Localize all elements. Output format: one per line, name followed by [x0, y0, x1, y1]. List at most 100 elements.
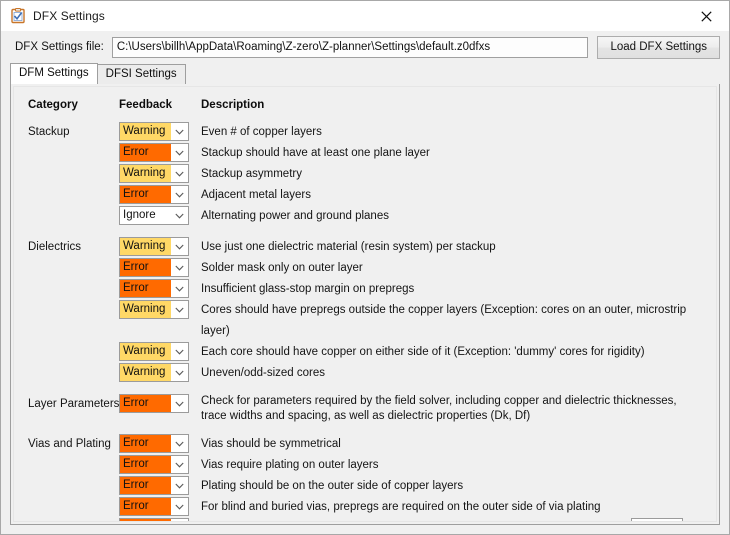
chevron-down-icon: [171, 364, 188, 381]
feedback-value: Error: [120, 519, 171, 521]
feedback-select[interactable]: Error: [119, 476, 189, 495]
chevron-down-icon: [171, 186, 188, 203]
feedback-value: Error: [120, 456, 171, 473]
settings-file-row: DFX Settings file: Load DFX Settings: [1, 31, 729, 63]
column-header-category: Category: [28, 99, 78, 111]
rule-description: Solder mask only on outer layer: [201, 262, 363, 274]
tab-page-dfm-settings: Category Feedback Description Stackup Wa…: [10, 83, 720, 525]
rules-panel: Category Feedback Description Stackup Wa…: [13, 86, 717, 522]
rule-description: Use just one dielectric material (resin …: [201, 241, 496, 253]
feedback-value: Error: [120, 259, 171, 276]
feedback-select[interactable]: Ignore: [119, 206, 189, 225]
rule-description: Insufficient glass-stop margin on prepre…: [201, 283, 415, 295]
table-row: Vias and Plating Error Vias should be sy…: [14, 434, 716, 455]
feedback-value: Warning: [120, 165, 171, 182]
tab-strip: DFM Settings DFSI Settings: [1, 63, 729, 84]
table-row: Warning Each core should have copper on …: [14, 342, 716, 363]
feedback-select[interactable]: Warning: [119, 237, 189, 256]
tab-dfsi-settings[interactable]: DFSI Settings: [96, 64, 186, 84]
chevron-down-icon: [171, 207, 188, 224]
rule-description: Maximum aspect ratio (via-hole length to…: [201, 518, 485, 521]
rule-description: For blind and buried vias, prepregs are …: [201, 501, 601, 513]
title-bar: DFX Settings: [1, 1, 729, 31]
feedback-value: Error: [120, 435, 171, 452]
feedback-select[interactable]: Error: [119, 518, 189, 521]
chevron-down-icon: [171, 519, 188, 521]
feedback-value: Error: [120, 186, 171, 203]
chevron-down-icon: [171, 280, 188, 297]
chevron-down-icon: [171, 301, 188, 318]
chevron-down-icon: [171, 238, 188, 255]
load-dfx-settings-button[interactable]: Load DFX Settings: [597, 35, 720, 59]
feedback-select[interactable]: Error: [119, 279, 189, 298]
table-row: Stackup Warning Even # of copper layers: [14, 122, 716, 143]
chevron-down-icon: [171, 165, 188, 182]
feedback-select[interactable]: Error: [119, 394, 189, 413]
feedback-select[interactable]: Error: [119, 497, 189, 516]
feedback-value: Warning: [120, 123, 171, 140]
settings-file-input[interactable]: [111, 36, 589, 58]
tab-dfm-settings[interactable]: DFM Settings: [10, 63, 98, 84]
feedback-select[interactable]: Warning: [119, 122, 189, 141]
column-header-description: Description: [201, 99, 265, 111]
rule-description: Alternating power and ground planes: [201, 210, 389, 222]
chevron-down-icon: [171, 477, 188, 494]
feedback-select[interactable]: Error: [119, 455, 189, 474]
rule-description: Adjacent metal layers: [201, 189, 311, 201]
chevron-down-icon: [171, 395, 188, 412]
feedback-select[interactable]: Warning: [119, 342, 189, 361]
rule-description: Uneven/odd-sized cores: [201, 367, 326, 379]
dfx-settings-window: DFX Settings DFX Settings file: Load DFX…: [0, 0, 730, 535]
settings-file-label: DFX Settings file:: [15, 41, 104, 53]
rule-description: Each core should have copper on either s…: [201, 346, 645, 358]
table-row: Error Solder mask only on outer layer: [14, 258, 716, 279]
rule-description: Vias should be symmetrical: [201, 438, 341, 450]
close-button[interactable]: [684, 1, 729, 31]
rule-description: Stackup asymmetry: [201, 168, 302, 180]
feedback-select[interactable]: Error: [119, 434, 189, 453]
table-row: Ignore Alternating power and ground plan…: [14, 206, 716, 227]
table-row: Error Plating should be on the outer sid…: [14, 476, 716, 497]
chevron-down-icon: [171, 343, 188, 360]
feedback-select[interactable]: Warning: [119, 363, 189, 382]
close-icon: [701, 10, 712, 22]
feedback-select[interactable]: Error: [119, 185, 189, 204]
rule-description: Check for parameters required by the fie…: [201, 395, 677, 422]
table-row: Error For blind and buried vias, prepreg…: [14, 497, 716, 518]
feedback-value: Warning: [120, 343, 171, 360]
clipboard-check-icon: [11, 8, 25, 24]
rule-description: Even # of copper layers: [201, 126, 322, 138]
feedback-value: Warning: [120, 364, 171, 381]
table-row: Warning Cores should have prepregs outsi…: [14, 300, 716, 342]
max-aspect-ratio-input[interactable]: [631, 518, 683, 521]
rule-description: Cores should have prepregs outside the c…: [201, 304, 687, 337]
table-row: Error Insufficient glass-stop margin on …: [14, 279, 716, 300]
feedback-select[interactable]: Warning: [119, 164, 189, 183]
feedback-value: Warning: [120, 301, 171, 318]
feedback-select[interactable]: Error: [119, 258, 189, 277]
feedback-value: Warning: [120, 238, 171, 255]
category-label: Stackup: [28, 126, 70, 138]
rule-group-stackup: Stackup Warning Even # of copper layers: [14, 122, 716, 227]
table-row: Error Adjacent metal layers: [14, 185, 716, 206]
feedback-value: Error: [120, 498, 171, 515]
category-label: Vias and Plating: [28, 438, 111, 450]
chevron-down-icon: [171, 259, 188, 276]
window-title: DFX Settings: [33, 9, 105, 23]
feedback-value: Error: [120, 395, 171, 412]
rule-group-vias-and-plating: Vias and Plating Error Vias should be sy…: [14, 434, 716, 521]
column-header-feedback: Feedback: [119, 99, 173, 111]
chevron-down-icon: [171, 123, 188, 140]
rules-grid: Category Feedback Description Stackup Wa…: [14, 87, 716, 521]
feedback-value: Error: [120, 280, 171, 297]
feedback-select[interactable]: Warning: [119, 300, 189, 319]
chevron-down-icon: [171, 498, 188, 515]
feedback-value: Error: [120, 477, 171, 494]
table-row: Error Maximum aspect ratio (via-hole len…: [14, 518, 716, 521]
rule-group-dielectrics: Dielectrics Warning Use just one dielect…: [14, 237, 716, 384]
feedback-value: Ignore: [120, 207, 171, 224]
feedback-select[interactable]: Error: [119, 143, 189, 162]
rule-description: Plating should be on the outer side of c…: [201, 480, 464, 492]
rule-group-layer-parameters: Layer Parameters Error Check for paramet…: [14, 394, 716, 424]
category-label: Layer Parameters: [28, 398, 120, 410]
